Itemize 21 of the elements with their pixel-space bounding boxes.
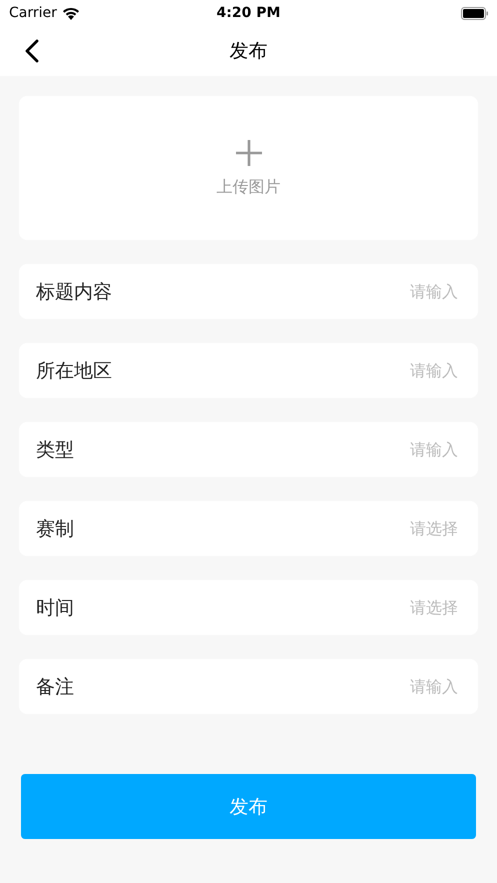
back-icon xyxy=(25,39,39,63)
page-title: 发布 xyxy=(230,39,268,64)
input-field[interactable]: 请输入 xyxy=(340,360,460,381)
plus-icon xyxy=(234,138,262,166)
field-label: 所在地区 xyxy=(36,358,112,384)
input-field[interactable]: 请输入 xyxy=(340,439,460,460)
upload-image-button[interactable]: 上传图片 xyxy=(19,96,478,240)
input-field[interactable]: 请选择 xyxy=(340,597,460,618)
field-label: 备注 xyxy=(36,674,74,700)
input-field[interactable]: 请选择 xyxy=(340,518,460,539)
field-label: 标题内容 xyxy=(36,280,112,304)
input-field[interactable]: 请输入 xyxy=(340,281,460,302)
battery-icon xyxy=(461,6,489,20)
wifi-icon xyxy=(62,6,80,20)
field-label: 类型 xyxy=(36,438,74,462)
status-time: 4:20 PM xyxy=(216,5,280,21)
input-field[interactable]: 请输入 xyxy=(340,676,460,697)
field-label: 时间 xyxy=(36,596,74,620)
field-label: 赛制 xyxy=(36,516,74,542)
carrier-name: Carrier xyxy=(9,5,57,21)
publish-button[interactable]: 发布 xyxy=(21,774,476,839)
